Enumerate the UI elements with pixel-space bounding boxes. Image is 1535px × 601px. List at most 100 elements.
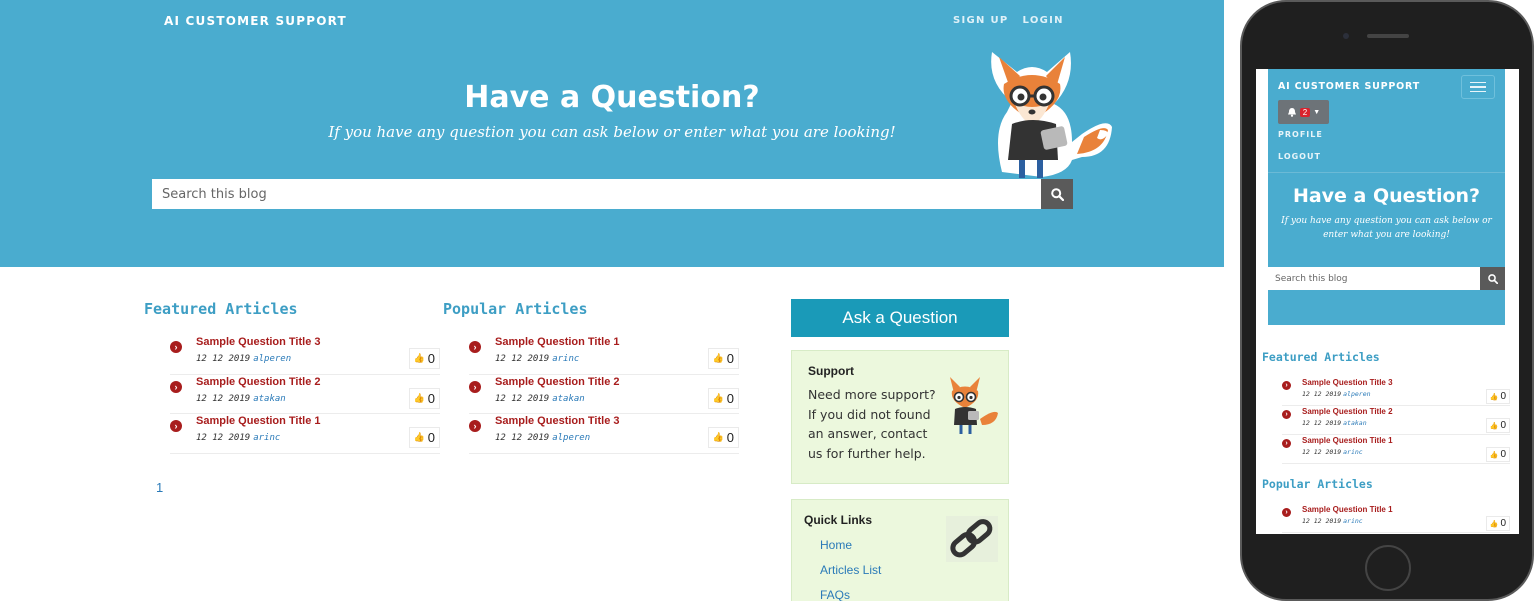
mobile-hero-subtitle: If you have any question you can ask bel… (1281, 216, 1492, 240)
article-title[interactable]: Sample Question Title 1 (1302, 505, 1393, 514)
quick-link-faqs[interactable]: FAQs (820, 588, 850, 601)
notification-button[interactable]: 2 ▼ (1278, 100, 1329, 124)
list-item: › Sample Question Title 1 12 12 2019 arin… (1282, 504, 1510, 533)
mobile-logout-link[interactable]: LOGOUT (1278, 152, 1321, 161)
article-author[interactable]: alperen (1343, 390, 1370, 398)
article-date: 12 12 2019 (495, 354, 550, 364)
bell-icon (1287, 108, 1296, 117)
vote-count[interactable]: 👍 0 (408, 348, 440, 369)
article-meta: 12 12 2019 alperen (196, 354, 291, 364)
circle-chevron-right-icon: › (170, 380, 182, 393)
article-title[interactable]: Sample Question Title 2 (1302, 407, 1393, 416)
article-meta: 12 12 2019 atakan (1302, 419, 1367, 427)
phone-home-button[interactable] (1365, 545, 1411, 591)
vote-value: 0 (1500, 449, 1506, 460)
login-link[interactable]: LOGIN (1023, 15, 1064, 26)
thumbs-up-icon: 👍 (413, 353, 425, 363)
article-author[interactable]: alperen (552, 433, 590, 443)
vote-count[interactable]: 👍 0 (408, 387, 440, 409)
article-author[interactable]: atakan (552, 394, 585, 404)
hamburger-menu-icon[interactable] (1461, 75, 1495, 99)
divider (1268, 172, 1505, 173)
article-author[interactable]: arinc (253, 433, 280, 443)
thumbs-up-icon: 👍 (1489, 422, 1499, 430)
thumbs-up-icon: 👍 (1489, 520, 1499, 528)
article-author[interactable]: arinc (1343, 517, 1363, 525)
article-author[interactable]: alperen (253, 354, 291, 364)
circle-chevron-right-icon: › (1282, 381, 1291, 390)
article-title[interactable]: Sample Question Title 1 (1302, 436, 1393, 445)
mobile-profile-link[interactable]: PROFILE (1278, 130, 1323, 139)
vote-count[interactable]: 👍 0 (1485, 516, 1510, 531)
article-author[interactable]: atakan (253, 394, 286, 404)
circle-chevron-right-icon: › (469, 380, 481, 393)
vote-value: 0 (726, 430, 734, 445)
article-meta: 12 12 2019 atakan (495, 394, 585, 404)
article-meta: 12 12 2019 atakan (196, 394, 286, 404)
thumbs-up-icon: 👍 (712, 432, 724, 442)
vote-value: 0 (726, 351, 734, 366)
search-bar (152, 179, 1073, 209)
phone-camera (1343, 33, 1349, 39)
article-meta: 12 12 2019 arinc (495, 354, 579, 364)
article-meta: 12 12 2019 alperen (495, 433, 590, 443)
thumbs-up-icon: 👍 (1489, 393, 1499, 401)
article-author[interactable]: arinc (552, 354, 579, 364)
quick-links-heading: Quick Links (804, 513, 873, 527)
search-input[interactable] (152, 179, 1041, 209)
brand-logo[interactable]: AI CUSTOMER SUPPORT (164, 14, 347, 28)
vote-count[interactable]: 👍 0 (1485, 418, 1510, 433)
search-icon (1487, 273, 1498, 284)
mobile-search-button[interactable] (1480, 267, 1505, 290)
support-box: Support Need more support? If you did no… (791, 350, 1009, 484)
mobile-brand[interactable]: AI CUSTOMER SUPPORT (1278, 81, 1420, 92)
vote-count[interactable]: 👍 0 (707, 387, 739, 409)
article-title[interactable]: Sample Question Title 3 (196, 336, 321, 348)
quick-link-home[interactable]: Home (820, 538, 852, 552)
desktop-view: AI CUSTOMER SUPPORT SIGN UP LOGIN Have a… (0, 0, 1224, 601)
article-date: 12 12 2019 (196, 393, 251, 404)
vote-count[interactable]: 👍 0 (707, 348, 739, 369)
article-date: 12 12 2019 (196, 354, 251, 364)
phone-speaker (1367, 34, 1409, 38)
vote-value: 0 (726, 390, 734, 406)
list-item: › Sample Question Title 1 12 12 2019 arin… (170, 414, 440, 454)
top-nav: SIGN UP LOGIN (953, 15, 1064, 26)
vote-count[interactable]: 👍 0 (1485, 389, 1510, 404)
vote-value: 0 (427, 390, 435, 406)
article-title[interactable]: Sample Question Title 2 (495, 376, 620, 388)
article-meta: 12 12 2019 arinc (1302, 448, 1363, 456)
pagination-page[interactable]: 1 (156, 480, 163, 495)
fox-mascot-icon (991, 52, 1112, 178)
vote-count[interactable]: 👍 0 (707, 427, 739, 448)
mobile-search-input[interactable] (1268, 267, 1480, 290)
thumbs-up-icon: 👍 (712, 353, 724, 363)
ask-question-button[interactable]: Ask a Question (791, 299, 1009, 337)
quick-link-articles[interactable]: Articles List (820, 563, 881, 577)
thumbs-up-icon: 👍 (712, 392, 724, 403)
list-item: › Sample Question Title 3 12 12 2019 alpe… (469, 414, 739, 454)
signup-link[interactable]: SIGN UP (953, 15, 1009, 26)
popular-heading: Popular Articles (443, 300, 588, 318)
search-button[interactable] (1041, 179, 1073, 209)
vote-count[interactable]: 👍 0 (1485, 447, 1510, 462)
popular-list: › Sample Question Title 1 12 12 2019 arin… (469, 335, 739, 454)
vote-count[interactable]: 👍 0 (408, 427, 440, 448)
list-item: › Sample Question Title 2 12 12 2019 atak… (469, 375, 739, 414)
list-item: › Sample Question Title 3 12 12 2019 alpe… (170, 335, 440, 375)
article-title[interactable]: Sample Question Title 3 (1302, 378, 1393, 387)
article-title[interactable]: Sample Question Title 1 (196, 415, 321, 427)
circle-chevron-right-icon: › (1282, 508, 1291, 517)
mobile-hero-title: Have a Question? (1292, 185, 1481, 207)
article-author[interactable]: arinc (1343, 448, 1363, 456)
article-author[interactable]: atakan (1343, 419, 1366, 427)
phone-mockup: AI CUSTOMER SUPPORT 2 ▼ PROFILE LOGOUT H… (1240, 0, 1534, 601)
circle-chevron-right-icon: › (469, 420, 481, 432)
mobile-search-bar (1268, 267, 1505, 290)
fox-mascot-icon (950, 377, 998, 434)
featured-list: › Sample Question Title 3 12 12 2019 alpe… (170, 335, 440, 454)
article-date: 12 12 2019 (1302, 448, 1342, 456)
article-title[interactable]: Sample Question Title 3 (495, 415, 620, 427)
article-title[interactable]: Sample Question Title 1 (495, 336, 620, 348)
article-title[interactable]: Sample Question Title 2 (196, 376, 321, 388)
